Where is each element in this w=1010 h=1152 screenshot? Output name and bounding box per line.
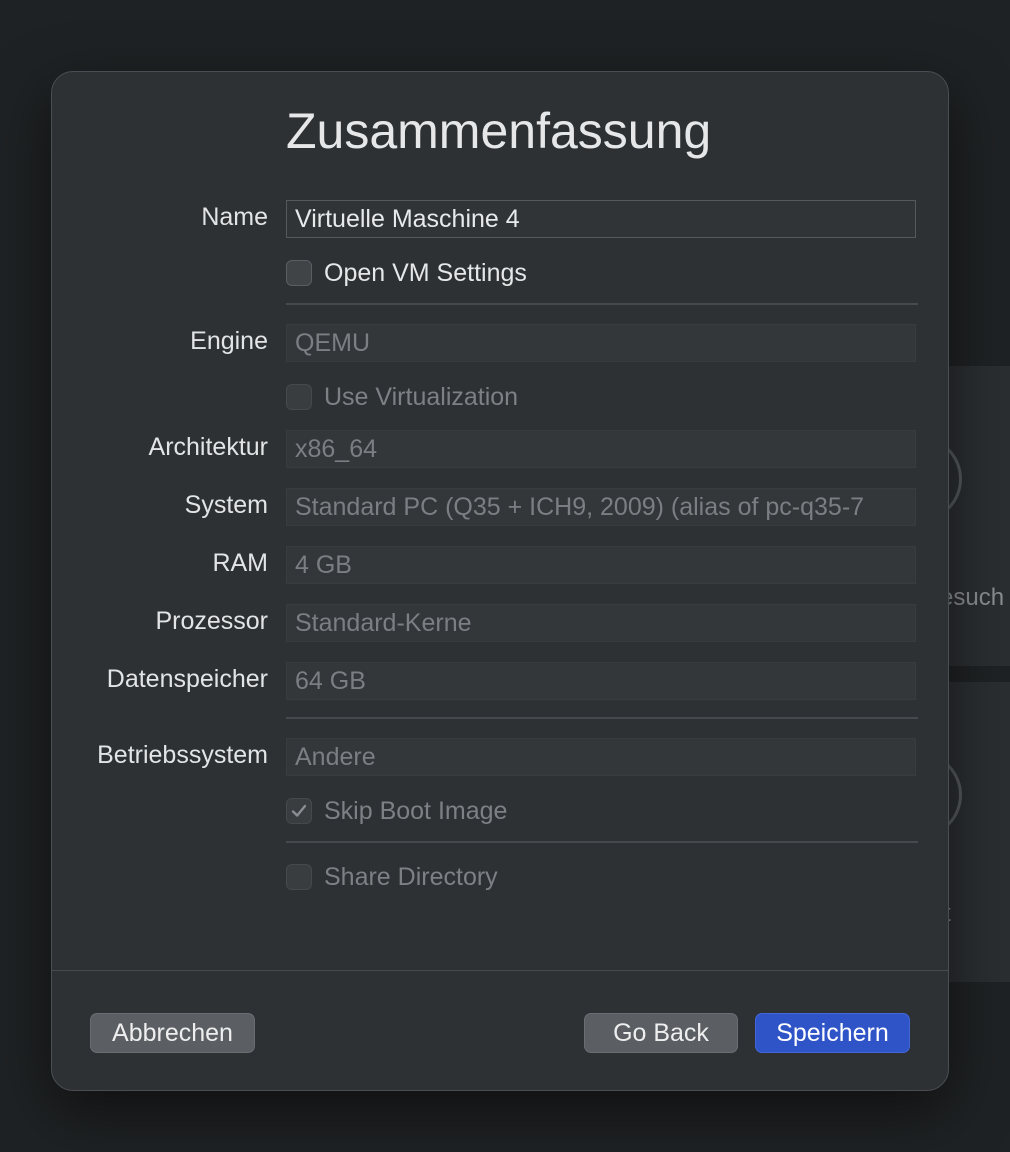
go-back-button[interactable]: Go Back [584,1013,738,1053]
share-directory-label: Share Directory [324,862,498,891]
architecture-label: Architektur [148,433,268,461]
architecture-field: x86_64 [286,430,916,468]
footer-divider [52,970,948,971]
ram-field: 4 GB [286,546,916,584]
checkmark-icon [291,804,307,817]
processor-label: Prozessor [155,607,268,635]
share-directory-checkbox-row: Share Directory [286,862,498,892]
os-field: Andere [286,738,916,776]
skip-boot-image-checkbox-row: Skip Boot Image [286,796,507,826]
open-vm-settings-checkbox[interactable] [286,260,312,286]
processor-field: Standard-Kerne [286,604,916,642]
system-field: Standard PC (Q35 + ICH9, 2009) (alias of… [286,488,916,526]
ram-label: RAM [212,549,268,577]
use-virtualization-label: Use Virtualization [324,382,519,411]
section-divider [286,303,918,305]
storage-label: Datenspeicher [106,665,268,693]
skip-boot-image-checkbox [286,798,312,824]
section-divider [286,841,918,843]
section-divider [286,717,918,719]
os-label: Betriebssystem [97,741,268,769]
name-field[interactable]: Virtuelle Maschine 4 [286,200,916,238]
skip-boot-image-label: Skip Boot Image [324,796,508,825]
summary-dialog: Zusammenfassung Name Virtuelle Maschine … [51,71,949,1091]
storage-field: 64 GB [286,662,916,700]
cancel-button[interactable]: Abbrechen [90,1013,255,1053]
open-vm-settings-label: Open VM Settings [324,258,527,287]
use-virtualization-checkbox [286,384,312,410]
engine-label: Engine [190,327,268,355]
engine-field: QEMU [286,324,916,362]
open-vm-settings-checkbox-row[interactable]: Open VM Settings [286,258,527,288]
share-directory-checkbox [286,864,312,890]
save-button[interactable]: Speichern [755,1013,910,1053]
background-card-1-label: esuch [940,584,1005,611]
dialog-title: Zusammenfassung [286,103,712,159]
system-label: System [184,491,268,519]
use-virtualization-checkbox-row: Use Virtualization [286,382,518,412]
name-label: Name [201,203,268,231]
